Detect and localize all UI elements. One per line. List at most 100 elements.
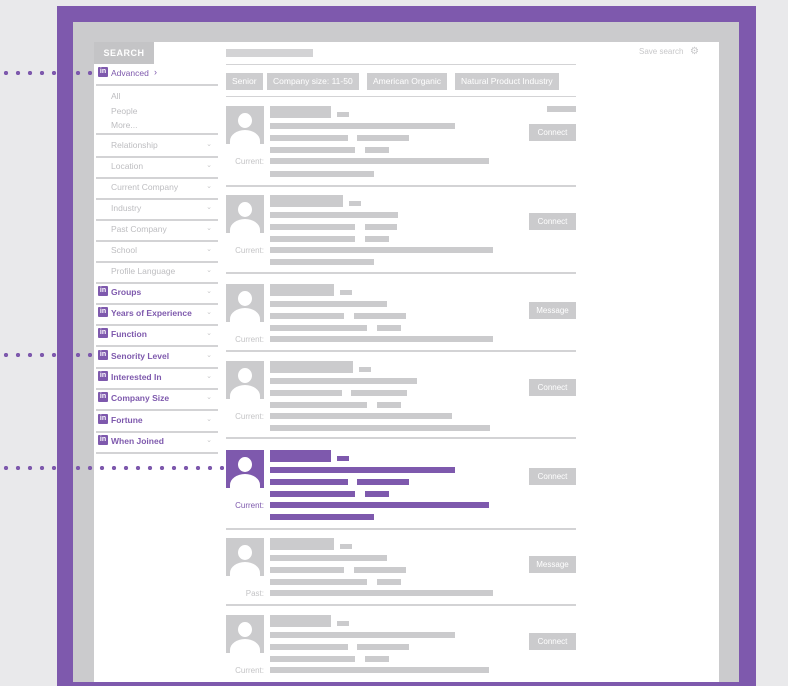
name-placeholder[interactable] — [270, 195, 343, 207]
linkedin-icon: in — [98, 435, 108, 445]
filter-chip-industry[interactable]: Natural Product Industry — [455, 73, 559, 90]
results-count-placeholder — [226, 49, 313, 57]
sidebar-item-interested-in[interactable]: in Interested In ⌄ — [96, 367, 218, 390]
industry-placeholder — [351, 390, 407, 396]
company-placeholder — [270, 259, 374, 265]
detail-placeholder — [270, 402, 367, 408]
sidebar-item-label: School — [111, 245, 137, 255]
sidebar-item-function[interactable]: in Function ⌄ — [96, 324, 218, 347]
headline-placeholder — [270, 123, 455, 129]
sidebar-sub-all[interactable]: All — [111, 91, 120, 101]
chevron-down-icon: ⌄ — [206, 204, 212, 211]
name-placeholder[interactable] — [270, 284, 334, 296]
chevron-down-icon: ⌄ — [206, 437, 212, 444]
sidebar-item-location[interactable]: Location ⌄ — [96, 156, 218, 179]
sidebar-item-label: Profile Language — [111, 266, 176, 276]
linkedin-icon: in — [98, 67, 108, 77]
search-tab[interactable]: SEARCH — [94, 42, 154, 64]
filter-chip-company-size[interactable]: Company size: 11-50 — [267, 73, 359, 90]
row-divider — [226, 185, 576, 187]
message-button[interactable]: Message — [529, 556, 576, 573]
position-placeholder — [270, 247, 493, 253]
connect-button[interactable]: Connect — [529, 633, 576, 650]
position-placeholder — [270, 336, 493, 342]
position-placeholder — [270, 667, 489, 673]
sidebar-item-label: Past Company — [111, 224, 167, 234]
detail-placeholder — [377, 579, 401, 585]
location-placeholder — [270, 567, 344, 573]
name-placeholder[interactable] — [270, 538, 334, 550]
connect-button[interactable]: Connect — [529, 213, 576, 230]
avatar-icon[interactable] — [226, 361, 264, 399]
name-placeholder[interactable] — [270, 361, 353, 373]
avatar-icon[interactable] — [226, 195, 264, 233]
sidebar-item-school[interactable]: School ⌄ — [96, 240, 218, 263]
chevron-down-icon: ⌄ — [206, 141, 212, 148]
industry-placeholder — [354, 313, 406, 319]
degree-placeholder — [340, 290, 352, 295]
position-label: Current: — [235, 157, 264, 166]
sidebar-item-past-company[interactable]: Past Company ⌄ — [96, 219, 218, 242]
chevron-down-icon: ⌄ — [206, 352, 212, 359]
position-placeholder — [270, 158, 489, 164]
sidebar-item-years-of-experience[interactable]: in Years of Experience ⌄ — [96, 303, 218, 326]
detail-placeholder — [377, 402, 401, 408]
filter-chip-company[interactable]: American Organic — [367, 73, 448, 90]
avatar-icon[interactable] — [226, 450, 264, 488]
sidebar-item-fortune[interactable]: in Fortune ⌄ — [96, 410, 218, 433]
avatar-icon[interactable] — [226, 284, 264, 322]
detail-placeholder — [270, 579, 367, 585]
degree-placeholder — [337, 621, 349, 626]
headline-placeholder — [270, 378, 417, 384]
chevron-down-icon: ⌄ — [206, 394, 212, 401]
sidebar-item-when-joined[interactable]: in When Joined ⌄ — [96, 431, 218, 454]
name-placeholder[interactable] — [270, 615, 331, 627]
callout-dots-seniority — [0, 353, 92, 357]
avatar-icon[interactable] — [226, 106, 264, 144]
name-placeholder[interactable] — [270, 106, 331, 118]
headline-placeholder — [270, 301, 387, 307]
degree-placeholder — [337, 456, 349, 461]
row-divider — [226, 604, 576, 606]
sidebar-item-relationship[interactable]: Relationship ⌄ — [96, 135, 218, 158]
sidebar-advanced-label: Advanced — [111, 68, 149, 78]
connect-button[interactable]: Connect — [529, 379, 576, 396]
sidebar-item-company-size[interactable]: in Company Size ⌄ — [96, 388, 218, 411]
name-placeholder[interactable] — [270, 450, 331, 462]
sidebar-item-label: Function — [111, 329, 147, 339]
sidebar-advanced[interactable]: in Advanced › — [96, 63, 218, 86]
sidebar-item-seniority-level[interactable]: in Senority Level ⌄ — [96, 346, 218, 369]
chevron-right-icon: › — [154, 67, 157, 77]
sidebar-item-label: Company Size — [111, 393, 170, 403]
sidebar-item-label: Interested In — [111, 372, 162, 382]
gear-icon[interactable]: ⚙ — [690, 46, 699, 57]
chevron-down-icon: ⌄ — [206, 416, 212, 423]
connect-button[interactable]: Connect — [529, 468, 576, 485]
location-placeholder — [270, 644, 348, 650]
sidebar-item-current-company[interactable]: Current Company ⌄ — [96, 177, 218, 200]
sidebar-item-groups[interactable]: in Groups ⌄ — [96, 282, 218, 305]
degree-placeholder — [349, 201, 361, 206]
sidebar-sub-people[interactable]: People — [111, 106, 137, 116]
row-divider — [226, 437, 576, 439]
filters-divider — [226, 96, 576, 97]
linkedin-icon: in — [98, 392, 108, 402]
detail-placeholder — [270, 325, 367, 331]
message-button[interactable]: Message — [529, 302, 576, 319]
detail-placeholder — [270, 491, 355, 497]
sidebar-item-profile-language[interactable]: Profile Language ⌄ — [96, 261, 218, 284]
sidebar-item-industry[interactable]: Industry ⌄ — [96, 198, 218, 221]
save-search-link[interactable]: Save search — [639, 47, 683, 56]
sidebar-item-label: Location — [111, 161, 144, 171]
connect-button[interactable]: Connect — [529, 124, 576, 141]
sidebar-item-label: Senority Level — [111, 351, 170, 361]
pagination-placeholder — [547, 106, 576, 112]
sidebar-sub-more[interactable]: More... — [111, 120, 137, 130]
avatar-icon[interactable] — [226, 538, 264, 576]
position-label: Past: — [245, 589, 264, 598]
degree-placeholder — [337, 112, 349, 117]
location-placeholder — [270, 135, 348, 141]
avatar-icon[interactable] — [226, 615, 264, 653]
detail-placeholder — [270, 147, 355, 153]
filter-chip-seniority[interactable]: Senior — [226, 73, 263, 90]
